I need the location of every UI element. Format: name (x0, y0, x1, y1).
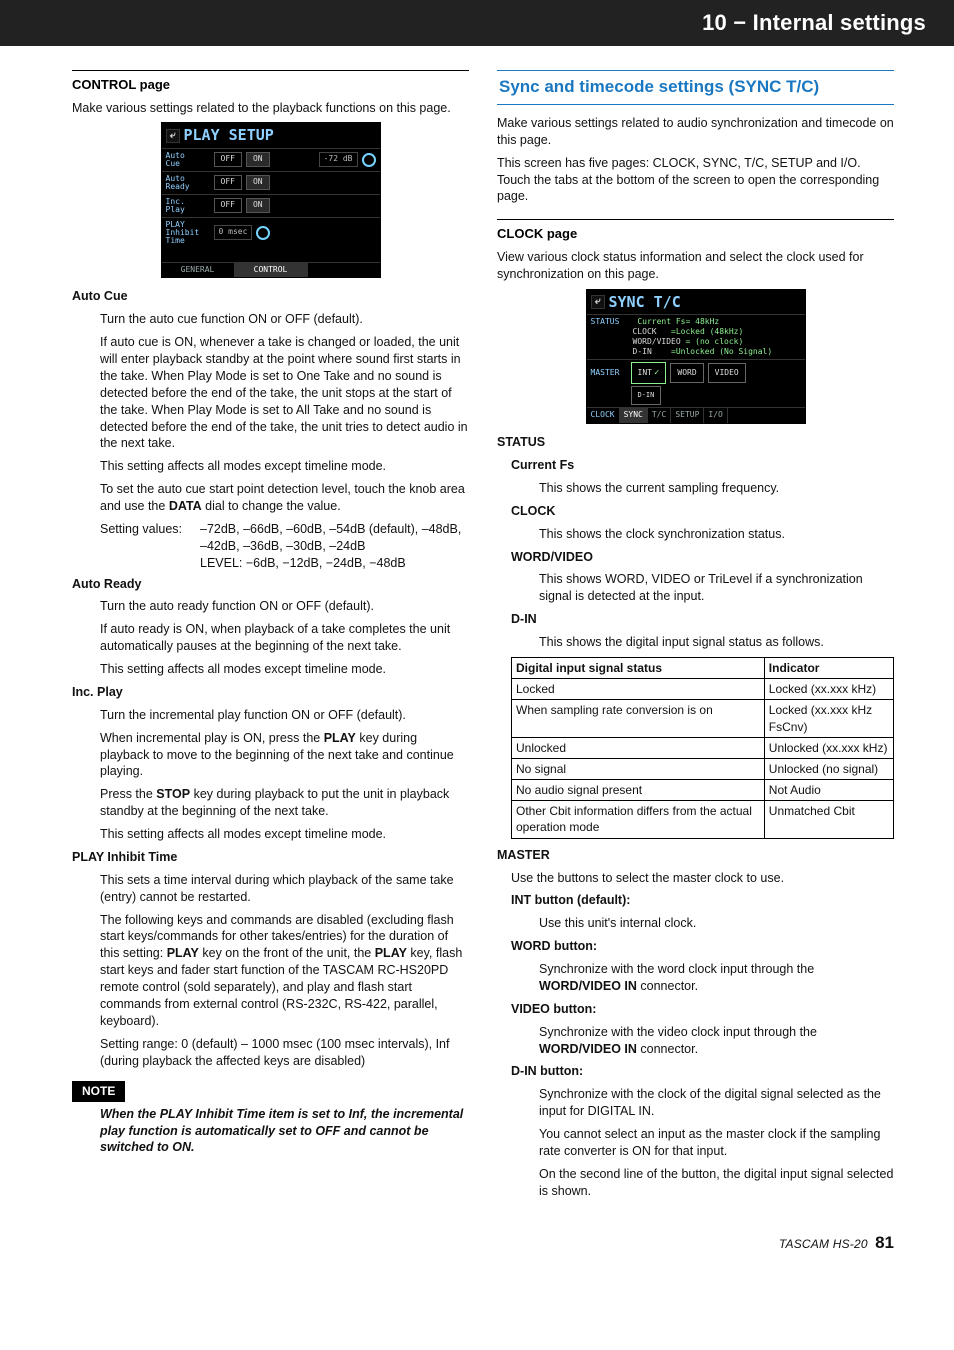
int-button-t: INT button (default): (511, 892, 894, 909)
auto-cue-p3: This setting affects all modes except ti… (100, 458, 469, 475)
clock-page-heading: CLOCK page (497, 219, 894, 243)
note-body: When the PLAY Inhibit Time item is set t… (100, 1106, 469, 1157)
btn-word: WORD (670, 363, 703, 384)
note-label: NOTE (72, 1081, 125, 1101)
auto-cue-heading: Auto Cue (72, 288, 469, 305)
inc-play-heading: Inc. Play (72, 684, 469, 701)
sync-tc-title: SYNC T/C (609, 292, 681, 312)
auto-cue-off: OFF (214, 152, 242, 167)
master-label-s: MASTER (591, 368, 627, 379)
clock-p: This shows the clock synchronization sta… (539, 526, 894, 543)
word-button-t: WORD button: (511, 938, 894, 955)
video-button-t: VIDEO button: (511, 1001, 894, 1018)
inc-play-p1: Turn the incremental play function ON or… (100, 707, 469, 724)
setting-values-1: –72dB, –66dB, –60dB, –54dB (default), –4… (200, 521, 469, 555)
inc-play-p4: This setting affects all modes except ti… (100, 826, 469, 843)
auto-ready-heading: Auto Ready (72, 576, 469, 593)
auto-cue-level: -72 dB (319, 152, 358, 167)
int-button-p: Use this unit's internal clock. (539, 915, 894, 932)
wv-p: This shows WORD, VIDEO or TriLevel if a … (539, 571, 894, 605)
auto-ready-p2: If auto ready is ON, when playback of a … (100, 621, 469, 655)
chapter-header: 10 − Internal settings (0, 0, 954, 46)
play-setup-title: PLAY SETUP (184, 125, 274, 145)
auto-ready-p3: This setting affects all modes except ti… (100, 661, 469, 678)
th-indicator: Indicator (764, 657, 893, 678)
left-column: CONTROL page Make various settings relat… (72, 70, 469, 1206)
din-button-p1: Synchronize with the clock of the digita… (539, 1086, 894, 1120)
auto-ready-label: Auto Ready (166, 175, 210, 191)
auto-ready-on: ON (246, 175, 270, 190)
inhibit-p1: This sets a time interval during which p… (100, 872, 469, 906)
chapter-title: 10 − Internal settings (702, 8, 926, 38)
right-column: Sync and timecode settings (SYNC T/C) Ma… (497, 70, 894, 1206)
tab-tc: T/C (648, 408, 671, 423)
inc-play-on: ON (246, 198, 270, 213)
sync-intro-2: This screen has five pages: CLOCK, SYNC,… (497, 155, 894, 206)
knob-icon (256, 226, 270, 240)
play-setup-screenshot: ⤶ PLAY SETUP Auto Cue OFF ON -72 dB Auto… (161, 122, 381, 278)
dropdown-icon: ⤶ (591, 295, 605, 309)
din-button-t: D-IN button: (511, 1063, 894, 1080)
auto-cue-on: ON (246, 152, 270, 167)
btn-int: INT (631, 362, 667, 384)
page-body: CONTROL page Make various settings relat… (0, 46, 954, 1232)
current-fs-t: Current Fs (511, 457, 894, 474)
master-intro: Use the buttons to select the master clo… (511, 870, 894, 887)
auto-cue-p2: If auto cue is ON, whenever a take is ch… (100, 334, 469, 452)
clock-intro: View various clock status information an… (497, 249, 894, 283)
btn-video: VIDEO (708, 363, 746, 384)
din-button-p2: You cannot select an input as the master… (539, 1126, 894, 1160)
auto-cue-label: Auto Cue (166, 152, 210, 168)
inc-play-label: Inc. Play (166, 198, 210, 214)
footer-model: TASCAM HS-20 (779, 1237, 868, 1251)
dropdown-icon: ⤶ (166, 129, 180, 143)
din-button-p3: On the second line of the button, the di… (539, 1166, 894, 1200)
tab-io: I/O (704, 408, 727, 423)
auto-cue-p1: Turn the auto cue function ON or OFF (de… (100, 311, 469, 328)
din-p: This shows the digital input signal stat… (539, 634, 894, 651)
status-heading: STATUS (497, 434, 894, 451)
inhibit-p2: The following keys and commands are disa… (100, 912, 469, 1030)
inhibit-heading: PLAY Inhibit Time (72, 849, 469, 866)
inc-play-p2: When incremental play is ON, press the P… (100, 730, 469, 781)
page-footer: TASCAM HS-20 81 (0, 1232, 954, 1271)
inhibit-p3: Setting range: 0 (default) – 1000 msec (… (100, 1036, 469, 1070)
btn-din: D-IN (631, 386, 662, 405)
auto-cue-p4: To set the auto cue start point detectio… (100, 481, 469, 515)
auto-ready-p1: Turn the auto ready function ON or OFF (… (100, 598, 469, 615)
sync-tc-screenshot: ⤶ SYNC T/C STATUS Current Fs= 48kHz CLOC… (586, 289, 806, 425)
th-status: Digital input signal status (512, 657, 765, 678)
inc-play-off: OFF (214, 198, 242, 213)
control-intro: Make various settings related to the pla… (72, 100, 469, 117)
video-button-p: Synchronize with the video clock input t… (539, 1024, 894, 1058)
clock-t: CLOCK (511, 503, 894, 520)
inhibit-label: PLAY Inhibit Time (166, 221, 210, 245)
sync-intro-1: Make various settings related to audio s… (497, 115, 894, 149)
footer-page-num: 81 (875, 1233, 894, 1252)
control-page-heading: CONTROL page (72, 70, 469, 94)
tab-label-clock: CLOCK (587, 408, 620, 423)
knob-icon (362, 153, 376, 167)
tab-setup: SETUP (671, 408, 704, 423)
word-button-p: Synchronize with the word clock input th… (539, 961, 894, 995)
tab-control: CONTROL (235, 263, 308, 278)
din-t: D-IN (511, 611, 894, 628)
din-status-table: Digital input signal status Indicator Lo… (511, 657, 894, 839)
auto-ready-off: OFF (214, 175, 242, 190)
wv-t: WORD/VIDEO (511, 549, 894, 566)
tab-general: GENERAL (162, 263, 235, 278)
sync-tc-heading: Sync and timecode settings (SYNC T/C) (497, 70, 894, 105)
auto-cue-setting: Setting values: –72dB, –66dB, –60dB, –54… (100, 521, 469, 572)
status-label: STATUS (591, 317, 633, 327)
setting-values-2: LEVEL: −6dB, −12dB, −24dB, −48dB (200, 555, 469, 572)
inc-play-p3: Press the STOP key during playback to pu… (100, 786, 469, 820)
inhibit-value: 0 msec (214, 225, 253, 240)
current-fs-p: This shows the current sampling frequenc… (539, 480, 894, 497)
master-heading: MASTER (497, 847, 894, 864)
setting-values-label: Setting values: (100, 521, 200, 572)
tab-sync-screen: SYNC (620, 408, 648, 423)
